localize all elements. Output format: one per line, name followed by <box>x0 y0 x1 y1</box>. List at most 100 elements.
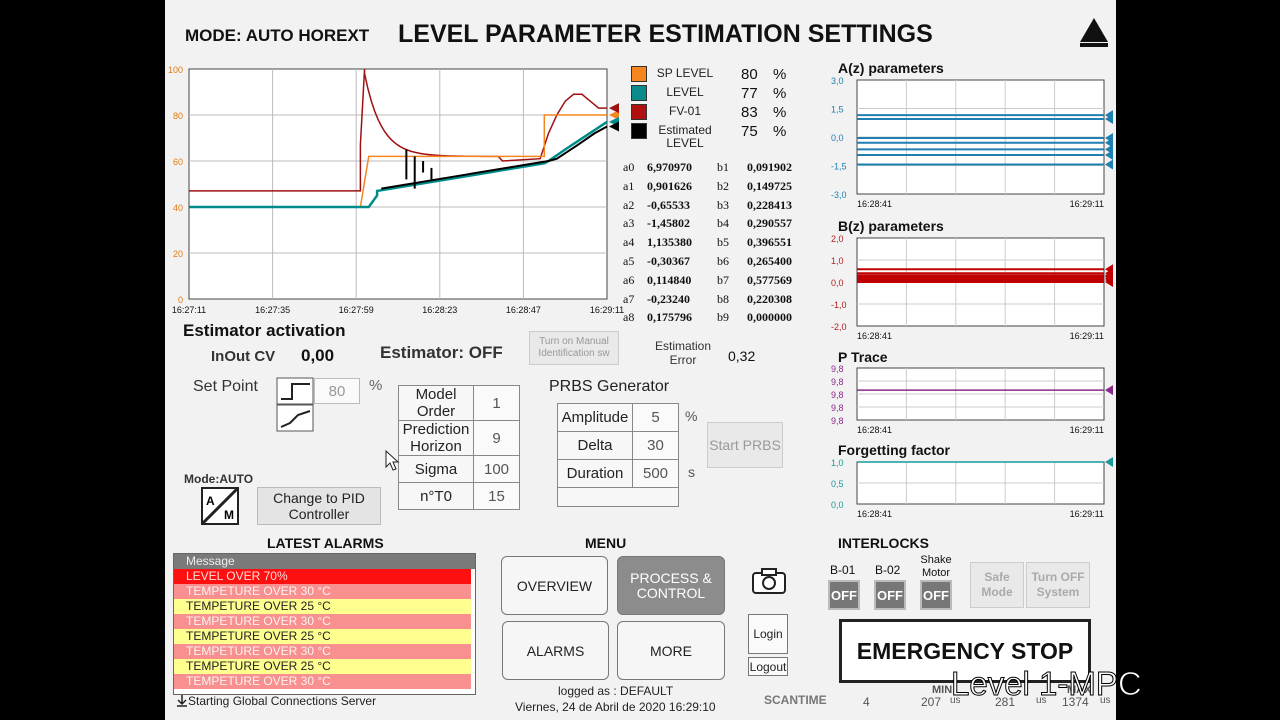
prbs-unit: % <box>685 408 698 424</box>
prbs-input[interactable]: 5 <box>632 403 679 432</box>
setpoint-unit: % <box>369 377 383 394</box>
logged-as: logged as : DEFAULT <box>558 684 674 698</box>
coef-a-label: a7 <box>623 291 635 306</box>
ptrace-title: P Trace <box>838 349 888 365</box>
series-end-marker <box>1105 385 1113 396</box>
chart-plot-area <box>188 68 608 300</box>
coef-a-label: a8 <box>623 310 635 325</box>
am-a-label: A <box>206 494 215 508</box>
y-tick-label: 1,5 <box>831 105 844 115</box>
model-param-input[interactable]: 15 <box>473 482 520 510</box>
coef-a-value: 0,175796 <box>647 310 692 325</box>
alarm-row: TEMPETURE OVER 30 °C <box>174 644 471 659</box>
hmi-screen: MODE: AUTO HOREXT LEVEL PARAMETER ESTIMA… <box>165 0 1116 720</box>
coef-a-value: -0,23240 <box>647 291 690 306</box>
series-end-marker <box>1105 457 1113 467</box>
mode-auto-label: Mode:AUTO <box>184 472 254 486</box>
coef-a-label: a1 <box>623 178 635 193</box>
legend-unit: % <box>773 123 787 140</box>
eject-icon[interactable] <box>1077 14 1111 48</box>
az-parameters-chart: 3,0 1,5 0,0 -1,5 -3,0 16:28:41 16:29:11 <box>831 76 1113 209</box>
legend-label: Estimated LEVEL <box>658 123 712 150</box>
model-param-input[interactable]: 100 <box>473 455 520 483</box>
coef-b-value: 0,000000 <box>747 310 792 325</box>
prbs-unit: s <box>688 464 695 480</box>
more-button[interactable]: MORE <box>617 621 725 680</box>
scantime-label: SCANTIME <box>764 693 827 707</box>
login-button[interactable]: Login <box>748 614 788 654</box>
x-tick-end: 16:29:11 <box>1070 425 1104 435</box>
legend-label: FV-01 <box>668 104 701 118</box>
change-to-pid-button[interactable]: Change to PID Controller <box>257 487 381 525</box>
scantime-min-value: 207 <box>921 695 942 709</box>
coef-b-value: 0,265400 <box>747 254 792 268</box>
alarms-button[interactable]: ALARMS <box>502 621 609 680</box>
setpoint-label: Set Point <box>193 378 258 395</box>
y-tick-label: 0,5 <box>831 479 844 489</box>
model-param-input[interactable]: 1 <box>473 385 520 421</box>
prbs-spare-row <box>557 487 679 507</box>
legend-swatch <box>631 123 647 139</box>
legend-unit: % <box>773 104 787 121</box>
alarm-row: TEMPETURE OVER 30 °C <box>174 584 471 599</box>
prbs-label: Delta <box>557 431 633 460</box>
turn-off-system-button[interactable]: Turn OFF System <box>1026 562 1090 608</box>
setpoint-step-icon <box>276 377 314 432</box>
model-param-input[interactable]: 9 <box>473 420 520 456</box>
alarm-row: TEMPETURE OVER 25 °C <box>174 599 471 614</box>
x-tick-start: 16:28:41 <box>857 425 892 435</box>
coef-a-label: a6 <box>623 272 635 287</box>
coef-b-label: b7 <box>717 272 729 287</box>
y-tick-label: 2,0 <box>831 234 844 244</box>
setpoint-input[interactable]: 80 <box>314 378 360 404</box>
am-m-label: M <box>224 508 234 522</box>
prbs-input[interactable]: 30 <box>632 431 679 460</box>
prbs-input[interactable]: 500 <box>632 459 679 488</box>
legend-label: SP LEVEL <box>656 66 714 80</box>
shake-motor-toggle[interactable]: OFF <box>920 580 952 610</box>
logout-button[interactable]: Logout <box>748 657 788 676</box>
mode-label: MODE: AUTO HOREXT <box>185 26 370 45</box>
alarms-list: Message LEVEL OVER 70% TEMPETURE OVER 30 … <box>173 553 476 695</box>
prbs-label: Duration <box>557 459 633 488</box>
mouse-cursor-icon <box>385 450 400 471</box>
y-tick-label: -3,0 <box>831 190 847 200</box>
safe-mode-button[interactable]: Safe Mode <box>970 562 1024 608</box>
auto-manual-toggle[interactable]: A M <box>201 487 239 525</box>
legend-swatch <box>631 104 647 120</box>
y-tick-label: 1,0 <box>831 458 844 468</box>
y-tick-label: 20 <box>173 249 183 259</box>
y-tick-label: -1,5 <box>831 162 847 172</box>
coef-b-label: b6 <box>717 254 729 268</box>
legend-value: 80 <box>741 66 758 83</box>
estimator-section-title: Estimator activation <box>183 321 346 340</box>
overview-button[interactable]: OVERVIEW <box>501 556 608 615</box>
scantime-value: 4 <box>863 695 870 709</box>
coef-b-value: 0,220308 <box>747 291 792 306</box>
model-params-table: Model Order 1 Prediction Horizon 9 Sigma 100 n… <box>398 385 522 517</box>
estimation-error-label: Estimation Error <box>654 339 712 367</box>
coef-b-value: 0,396551 <box>747 235 792 250</box>
coef-b-value: 0,577569 <box>747 272 792 287</box>
camera-icon[interactable] <box>751 567 787 595</box>
b02-toggle[interactable]: OFF <box>874 580 906 610</box>
y-tick-label: 9,8 <box>831 390 844 400</box>
x-tick-label: 16:29:11 <box>590 305 624 315</box>
b01-toggle[interactable]: OFF <box>828 580 860 610</box>
start-prbs-button[interactable]: Start PRBS <box>707 422 783 468</box>
coef-b-label: b3 <box>717 197 729 212</box>
process-control-button[interactable]: PROCESS & CONTROL <box>617 556 725 615</box>
coef-a-value: 0,901626 <box>647 178 692 193</box>
coef-b-value: 0,091902 <box>747 160 792 174</box>
manual-identification-button[interactable]: Turn on Manual Identification sw <box>529 331 619 365</box>
coef-a-value: 0,114840 <box>647 272 692 287</box>
system-status-message: Starting Global Connections Server <box>188 694 377 708</box>
coef-a-value: -1,45802 <box>647 216 690 231</box>
legend-value: 83 <box>741 104 758 121</box>
series-end-marker <box>1105 159 1113 170</box>
alarm-row: TEMPETURE OVER 25 °C <box>174 659 471 674</box>
coef-a-label: a2 <box>623 197 635 212</box>
datetime: Viernes, 24 de Abril de 2020 16:29:10 <box>515 700 716 714</box>
y-tick-label: 9,8 <box>831 416 844 426</box>
coef-b-label: b9 <box>717 310 729 325</box>
